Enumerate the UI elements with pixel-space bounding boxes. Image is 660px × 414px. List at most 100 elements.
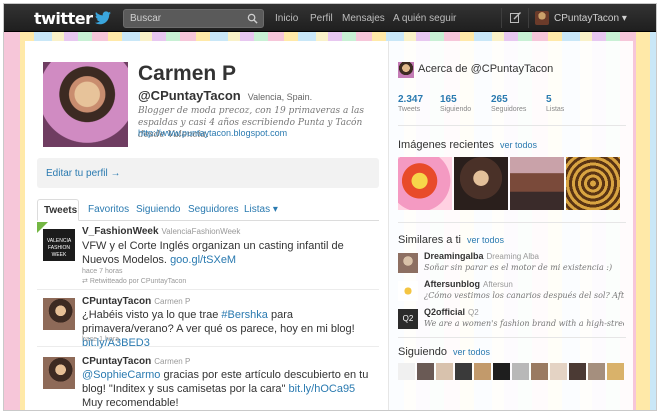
following-avatar[interactable] [436,363,453,380]
stat-tweets[interactable]: 2.347 Tweets [398,94,423,113]
author-name: CPuntayTacon [82,356,152,367]
edit-profile-link[interactable]: Editar tu perfil → [46,168,120,179]
following-avatar[interactable] [550,363,567,380]
stat-number: 165 [440,94,457,105]
location: Valencia, Spain. [247,92,313,102]
similar-name[interactable]: Dreamingalba Dreaming Alba [424,251,539,261]
stat-number: 2.347 [398,94,424,105]
see-all-link[interactable]: ver todos [467,235,504,245]
similar-user[interactable]: Aftersunblog Aftersun ¿Cómo vestimos los … [398,279,626,307]
author-subname: Carmen P [154,357,191,366]
recent-image[interactable] [398,157,452,210]
tweet-time[interactable]: hace 7 horas [82,268,122,275]
user-avatar[interactable] [535,11,549,25]
nav-profile[interactable]: Perfil [310,13,333,24]
following-avatar[interactable] [455,363,472,380]
following-avatar[interactable] [607,363,624,380]
browser-frame: twitter Buscar Inicio Perfil Mensajes A … [3,3,657,411]
recent-image[interactable] [510,157,564,210]
stat-followers[interactable]: 265 Seguidores [491,94,526,113]
stat-lists[interactable]: 5 Listas [546,94,564,113]
tweet-author[interactable]: CPuntayTacon Carmen P [82,296,190,307]
search-input[interactable]: Buscar [123,9,264,28]
twitter-logo[interactable]: twitter [34,8,112,28]
hashtag-link[interactable]: #Bershka [221,309,267,321]
see-all-link[interactable]: ver todos [500,140,537,150]
user-handle: Aftersunblog [424,279,480,289]
similar-name[interactable]: Aftersunblog Aftersun [424,279,513,289]
stat-label: Seguidores [491,106,527,113]
tweet-avatar[interactable]: VALENCIA FASHION WEEK [43,229,75,261]
retweet-icon: ⇄ [82,278,90,285]
nav-who-to-follow[interactable]: A quién seguir [393,13,456,24]
profile-avatar[interactable] [43,62,128,147]
compose-icon[interactable] [510,12,521,23]
screen-line: @CPuntayTacon Valencia, Spain. [138,88,312,103]
similar-user[interactable]: Dreamingalba Dreaming Alba Soñar sin para… [398,251,626,279]
user-sub: Aftersun [483,280,513,289]
tweet-avatar[interactable] [43,357,75,389]
tweet[interactable]: CPuntayTacon Carmen P @SophieCarmo gracia… [37,347,379,410]
recent-image[interactable] [566,157,620,210]
following-avatar[interactable] [569,363,586,380]
tab-favorites[interactable]: Favoritos [88,204,129,215]
nav-home[interactable]: Inicio [275,13,298,24]
following-avatar[interactable] [398,363,415,380]
edit-profile-box: Editar tu perfil → [37,158,379,188]
tab-label: Tweets [44,205,78,216]
top-bar: twitter Buscar Inicio Perfil Mensajes A … [4,4,656,32]
tweet-time[interactable]: hace 1 hora [82,336,119,343]
website-link[interactable]: http://www.puntaytacon.blogspot.com [138,128,287,138]
stat-following[interactable]: 165 Siguiendo [440,94,471,113]
search-icon[interactable] [247,13,258,24]
following-avatar[interactable] [417,363,434,380]
tab-lists[interactable]: Listas ▾ [244,204,278,215]
tweet-author[interactable]: V_FashionWeek ValenciaFashionWeek [82,226,240,237]
tweet[interactable]: VALENCIA FASHION WEEK V_FashionWeek Valen… [37,222,379,290]
recent-image[interactable] [454,157,508,210]
bird-icon [95,11,112,25]
mention-link[interactable]: @SophieCarmo [82,369,160,381]
see-all-link[interactable]: ver todos [453,347,490,357]
tweet-author[interactable]: CPuntayTacon Carmen P [82,356,190,367]
following-avatar[interactable] [493,363,510,380]
following-avatar[interactable] [474,363,491,380]
tweet-link[interactable]: goo.gl/tSXeM [170,254,236,266]
user-menu[interactable]: CPuntayTacon ▾ [554,13,627,24]
about-title: Acerca de @CPuntayTacon [418,63,554,75]
dashboard-sidebar: Acerca de @CPuntayTacon 2.347 Tweets 165… [388,41,633,410]
search-placeholder: Buscar [130,13,162,24]
author-name: CPuntayTacon [82,296,152,307]
retweet-line: ⇄ Retwitteado por CPuntayTacon [82,277,186,285]
stat-number: 5 [546,94,552,105]
tweet-avatar[interactable] [43,298,75,330]
tab-followers[interactable]: Seguidores [188,204,239,215]
stat-number: 265 [491,94,508,105]
similar-user[interactable]: Q2 Q2official Q2 We are a women's fashion… [398,307,626,335]
user-sub: Q2 [468,308,479,317]
similar-avatar[interactable] [398,281,418,301]
nav-messages[interactable]: Mensajes [342,13,385,24]
mini-avatar[interactable] [398,62,414,78]
tweet-text: VFW y el Corte Inglés organizan un casti… [82,239,372,267]
retweet-text: Retwitteado por CPuntayTacon [89,278,187,285]
stat-label: Tweets [398,106,421,113]
divider [398,125,626,126]
tweet-link[interactable]: bit.ly/hOCa95 [289,383,356,395]
following-avatar[interactable] [588,363,605,380]
similar-bio: ¿Cómo vestimos los canarios después del … [424,291,624,300]
recent-images-header: Imágenes recientes ver todos [398,139,537,151]
similar-bio: We are a women's fashion brand with a hi… [424,319,624,328]
tweet[interactable]: CPuntayTacon Carmen P ¿Habéis visto ya lo… [37,290,379,350]
author-name: V_FashionWeek [82,226,159,237]
tweet-text: ¿Habéis visto ya lo que trae #Bershka pa… [82,308,372,350]
similar-avatar[interactable]: Q2 [398,309,418,329]
following-avatar[interactable] [531,363,548,380]
user-handle: Dreamingalba [424,251,484,261]
similar-avatar[interactable] [398,253,418,273]
similar-name[interactable]: Q2official Q2 [424,307,479,317]
following-avatar[interactable] [512,363,529,380]
divider [528,8,529,28]
tab-tweets[interactable]: Tweets [37,199,79,221]
tab-following[interactable]: Siguiendo [136,204,180,215]
